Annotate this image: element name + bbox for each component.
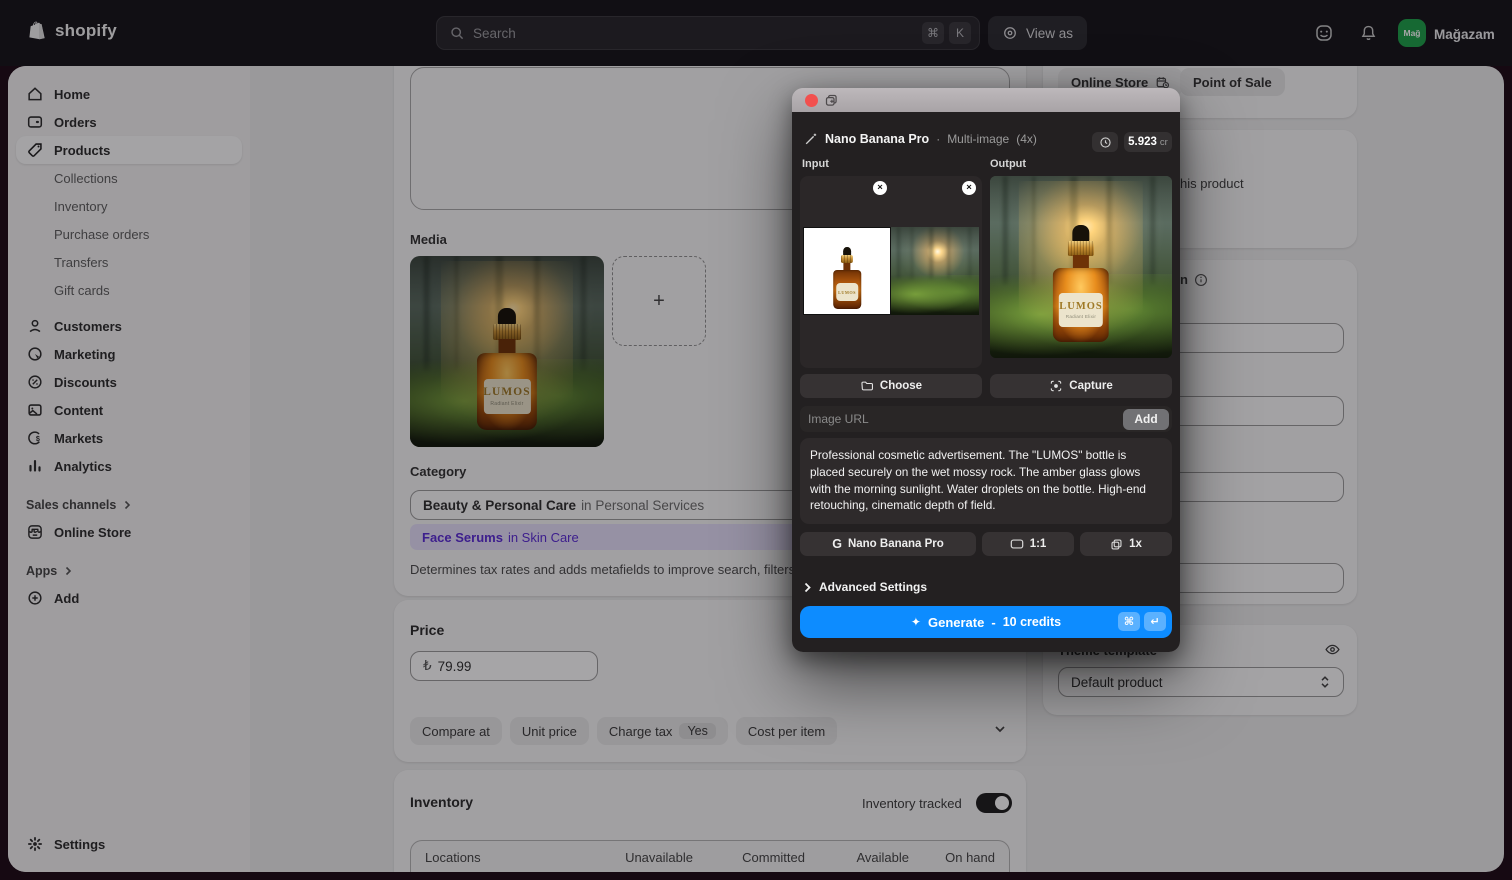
remove-input-1-button[interactable]: ×	[873, 181, 887, 195]
duplicate-window-icon[interactable]	[824, 93, 839, 108]
image-url-input[interactable]	[808, 412, 1123, 426]
history-button[interactable]	[1092, 132, 1118, 152]
copies-icon	[1110, 538, 1123, 551]
cmd-key-icon: ⌘	[1118, 612, 1140, 631]
sparkle-icon: ✦	[911, 615, 921, 629]
wand-icon	[804, 132, 818, 146]
remove-input-2-button[interactable]: ×	[962, 181, 976, 195]
google-g-icon: G	[832, 537, 842, 551]
aspect-ratio-icon	[1010, 538, 1024, 550]
choose-file-button[interactable]: Choose	[800, 374, 982, 398]
output-image[interactable]: LUMOSRadiant Elixir	[990, 176, 1172, 358]
return-key-icon: ↵	[1144, 612, 1166, 631]
aspect-ratio-button[interactable]: 1:1	[982, 532, 1074, 556]
dialog-body: Nano Banana Pro · Multi-image (4x) 5.923…	[792, 112, 1180, 652]
chevron-right-icon	[803, 582, 812, 593]
generate-button[interactable]: ✦ Generate - 10 credits ⌘ ↵	[800, 606, 1172, 638]
add-url-button[interactable]: Add	[1123, 409, 1169, 430]
dialog-mode: Multi-image	[947, 132, 1009, 146]
output-label: Output	[990, 158, 1026, 170]
credits-badge[interactable]: 5.923 cr	[1124, 132, 1172, 152]
image-count-button[interactable]: 1x	[1080, 532, 1172, 556]
dialog-title: Nano Banana Pro	[825, 132, 929, 146]
close-window-button[interactable]	[805, 94, 818, 107]
input-label: Input	[802, 158, 829, 170]
advanced-settings-toggle[interactable]: Advanced Settings	[803, 580, 927, 594]
generate-cost: 10 credits	[1003, 615, 1061, 629]
model-select-button[interactable]: G Nano Banana Pro	[800, 532, 976, 556]
nano-banana-dialog: Nano Banana Pro · Multi-image (4x) 5.923…	[792, 88, 1180, 652]
input-image-product[interactable]: LUMOS	[803, 227, 891, 315]
dialog-titlebar[interactable]	[792, 88, 1180, 112]
prompt-textarea[interactable]: Professional cosmetic advertisement. The…	[800, 438, 1172, 524]
folder-icon	[860, 379, 874, 393]
dialog-header: Nano Banana Pro · Multi-image (4x)	[804, 132, 1037, 146]
modal-dim-overlay	[0, 0, 1512, 880]
capture-button[interactable]: Capture	[990, 374, 1172, 398]
input-images-panel: × × LUMOS	[800, 176, 982, 368]
dialog-mode-count: (4x)	[1016, 132, 1037, 146]
capture-icon	[1049, 379, 1063, 393]
image-url-row: Add	[800, 406, 1172, 432]
input-image-forest[interactable]	[891, 227, 979, 315]
lumos-bottle-art: LUMOSRadiant Elixir	[1053, 225, 1109, 341]
